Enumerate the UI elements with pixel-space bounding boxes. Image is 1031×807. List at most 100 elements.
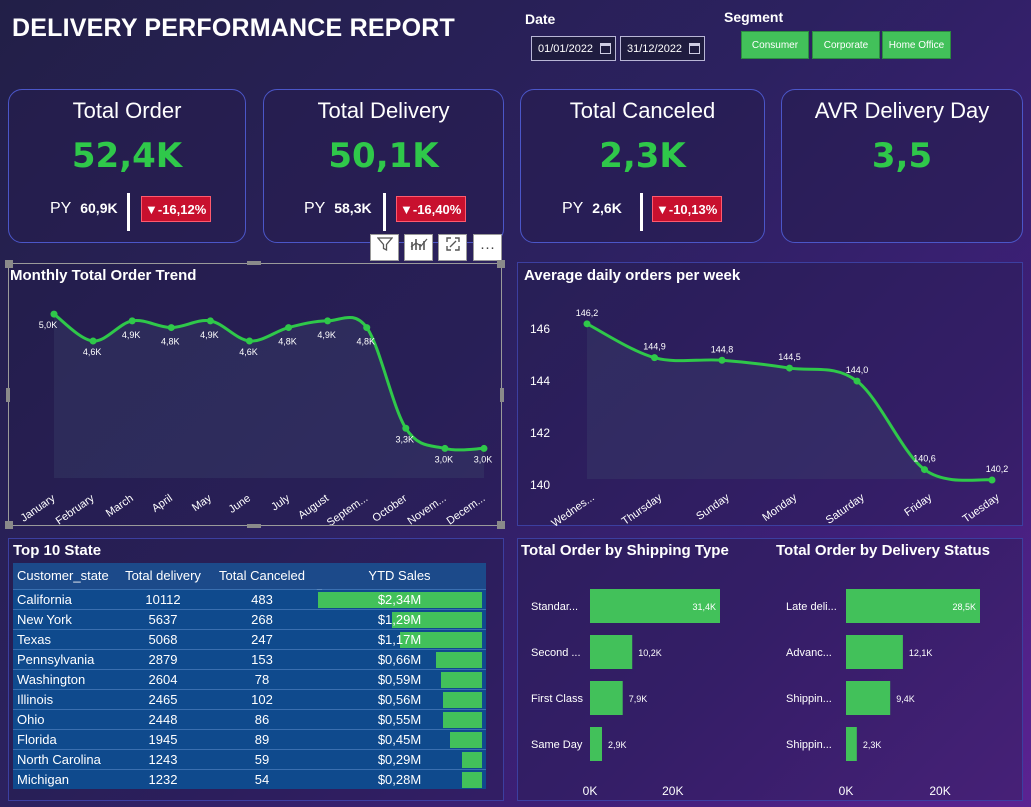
drill-icon[interactable] bbox=[404, 234, 433, 261]
y-tick-label: 144 bbox=[530, 374, 550, 388]
segment-home-office-button[interactable]: Home Office bbox=[882, 31, 951, 59]
kpi-divider bbox=[383, 193, 386, 231]
data-label: 140,2 bbox=[986, 464, 1009, 474]
calendar-icon[interactable] bbox=[600, 43, 611, 54]
shipping-category-label: Same Day bbox=[531, 739, 583, 751]
kpi-card-avg-delivery-day[interactable]: AVR Delivery Day 3,5 bbox=[781, 89, 1023, 243]
column-header-state[interactable]: Customer_state bbox=[13, 563, 115, 589]
shipping-data-label: 2,9K bbox=[608, 740, 627, 750]
y-tick-label: 140 bbox=[530, 478, 550, 492]
column-header-total-delivery[interactable]: Total delivery bbox=[115, 563, 211, 589]
resize-handle[interactable] bbox=[247, 524, 261, 528]
status-bar bbox=[846, 681, 891, 715]
total-delivery-cell: 2465 bbox=[115, 688, 211, 709]
table-row[interactable]: Florida 1945 89 $0,45M bbox=[13, 728, 486, 749]
shipping-data-label: 10,2K bbox=[638, 648, 662, 658]
ytd-sales-databar bbox=[461, 751, 482, 768]
resize-handle[interactable] bbox=[6, 388, 10, 402]
x-tick-label: Saturday bbox=[824, 491, 867, 526]
resize-handle[interactable] bbox=[5, 260, 13, 268]
ytd-sales-databar bbox=[450, 731, 482, 748]
status-x-tick-label: 0K bbox=[839, 784, 854, 798]
ytd-sales-value: $0,59M bbox=[377, 671, 422, 687]
orders-breakdown-visual[interactable]: Total Order by Shipping Type Total Order… bbox=[517, 538, 1023, 801]
ytd-sales-databar bbox=[442, 691, 482, 708]
kpi-card-total-delivery[interactable]: Total Delivery 50,1K PY 58,3K ▼-16,40% bbox=[263, 89, 504, 243]
y-tick-label: 146 bbox=[530, 322, 550, 336]
table-row[interactable]: New York 5637 268 $1,29M bbox=[13, 608, 486, 629]
shipping-data-label: 31,4K bbox=[692, 602, 716, 612]
ytd-sales-value: $0,29M bbox=[377, 751, 422, 767]
kpi-divider bbox=[640, 193, 643, 231]
kpi-card-total-order[interactable]: Total Order 52,4K PY 60,9K ▼-16,12% bbox=[8, 89, 246, 243]
state-cell: California bbox=[13, 588, 115, 609]
table-row[interactable]: Texas 5068 247 $1,17M bbox=[13, 628, 486, 649]
focus-mode-icon[interactable] bbox=[438, 234, 467, 261]
state-cell: North Carolina bbox=[13, 748, 115, 769]
py-label: PY bbox=[304, 200, 326, 217]
report-title: DELIVERY PERFORMANCE REPORT bbox=[12, 14, 455, 42]
total-canceled-cell: 54 bbox=[211, 768, 313, 789]
total-canceled-cell: 153 bbox=[211, 648, 313, 669]
table-row[interactable]: California 10112 483 $2,34M bbox=[13, 588, 486, 609]
filter-icon[interactable] bbox=[370, 234, 399, 261]
x-tick-label: Wednes... bbox=[549, 492, 596, 527]
total-canceled-cell: 268 bbox=[211, 608, 313, 629]
shipping-bar bbox=[590, 635, 633, 669]
shipping-category-label: Second ... bbox=[531, 647, 581, 659]
column-header-ytd-sales[interactable]: YTD Sales ▼ bbox=[313, 563, 486, 597]
ytd-sales-cell: $0,59M bbox=[313, 668, 486, 689]
py-value: 58,3K bbox=[334, 200, 372, 216]
date-to-input[interactable]: 31/12/2022 bbox=[620, 36, 705, 61]
calendar-icon[interactable] bbox=[689, 43, 700, 54]
selection-frame bbox=[8, 263, 502, 526]
ytd-sales-cell: $0,66M bbox=[313, 648, 486, 669]
weekly-orders-visual[interactable]: Average daily orders per week 146 144 142 1… bbox=[517, 262, 1023, 527]
total-canceled-cell: 86 bbox=[211, 708, 313, 729]
ytd-sales-databar bbox=[462, 771, 482, 788]
total-delivery-cell: 1945 bbox=[115, 728, 211, 749]
resize-handle[interactable] bbox=[497, 260, 505, 268]
segment-slicer-label: Segment bbox=[724, 9, 784, 25]
ytd-sales-cell: $0,45M bbox=[313, 728, 486, 749]
resize-handle[interactable] bbox=[5, 521, 13, 529]
kpi-divider bbox=[127, 193, 130, 231]
resize-handle[interactable] bbox=[500, 388, 504, 402]
data-point bbox=[786, 364, 793, 372]
total-delivery-cell: 5068 bbox=[115, 628, 211, 649]
shipping-bar bbox=[590, 727, 603, 761]
top-states-title: Top 10 State bbox=[13, 542, 102, 559]
data-point bbox=[718, 356, 726, 364]
py-label: PY bbox=[562, 200, 584, 217]
more-options-icon[interactable]: ··· bbox=[473, 234, 502, 261]
state-cell: Michigan bbox=[13, 768, 115, 789]
ytd-sales-cell: $0,28M bbox=[313, 768, 486, 789]
table-row[interactable]: Michigan 1232 54 $0,28M bbox=[13, 768, 486, 789]
column-header-label: YTD Sales bbox=[368, 568, 431, 584]
ytd-sales-databar bbox=[440, 671, 482, 688]
table-row[interactable]: Illinois 2465 102 $0,56M bbox=[13, 688, 486, 709]
table-row[interactable]: Washington 2604 78 $0,59M bbox=[13, 668, 486, 689]
column-header-total-canceled[interactable]: Total Canceled bbox=[211, 563, 313, 589]
status-data-label: 2,3K bbox=[863, 740, 882, 750]
table-row[interactable]: North Carolina 1243 59 $0,29M bbox=[13, 748, 486, 769]
date-slicer-label: Date bbox=[525, 11, 556, 27]
segment-corporate-button[interactable]: Corporate bbox=[812, 31, 880, 59]
kpi-card-total-canceled[interactable]: Total Canceled 2,3K PY 2,6K ▼-10,13% bbox=[520, 89, 765, 243]
shipping-data-label: 7,9K bbox=[629, 694, 648, 704]
date-from-input[interactable]: 01/01/2022 bbox=[531, 36, 616, 61]
segment-consumer-button[interactable]: Consumer bbox=[741, 31, 809, 59]
table-row[interactable]: Ohio 2448 86 $0,55M bbox=[13, 708, 486, 729]
data-point bbox=[853, 377, 861, 385]
total-delivery-cell: 2448 bbox=[115, 708, 211, 729]
status-category-label: Late deli... bbox=[786, 601, 837, 613]
shipping-bar bbox=[590, 681, 623, 715]
x-tick-label: Monday bbox=[760, 491, 799, 524]
resize-handle[interactable] bbox=[247, 261, 261, 265]
state-cell: Ohio bbox=[13, 708, 115, 729]
resize-handle[interactable] bbox=[497, 521, 505, 529]
data-point bbox=[583, 320, 591, 328]
data-label: 144,9 bbox=[643, 342, 666, 352]
table-row[interactable]: Pennsylvania 2879 153 $0,66M bbox=[13, 648, 486, 669]
ytd-sales-value: $2,34M bbox=[377, 591, 422, 607]
